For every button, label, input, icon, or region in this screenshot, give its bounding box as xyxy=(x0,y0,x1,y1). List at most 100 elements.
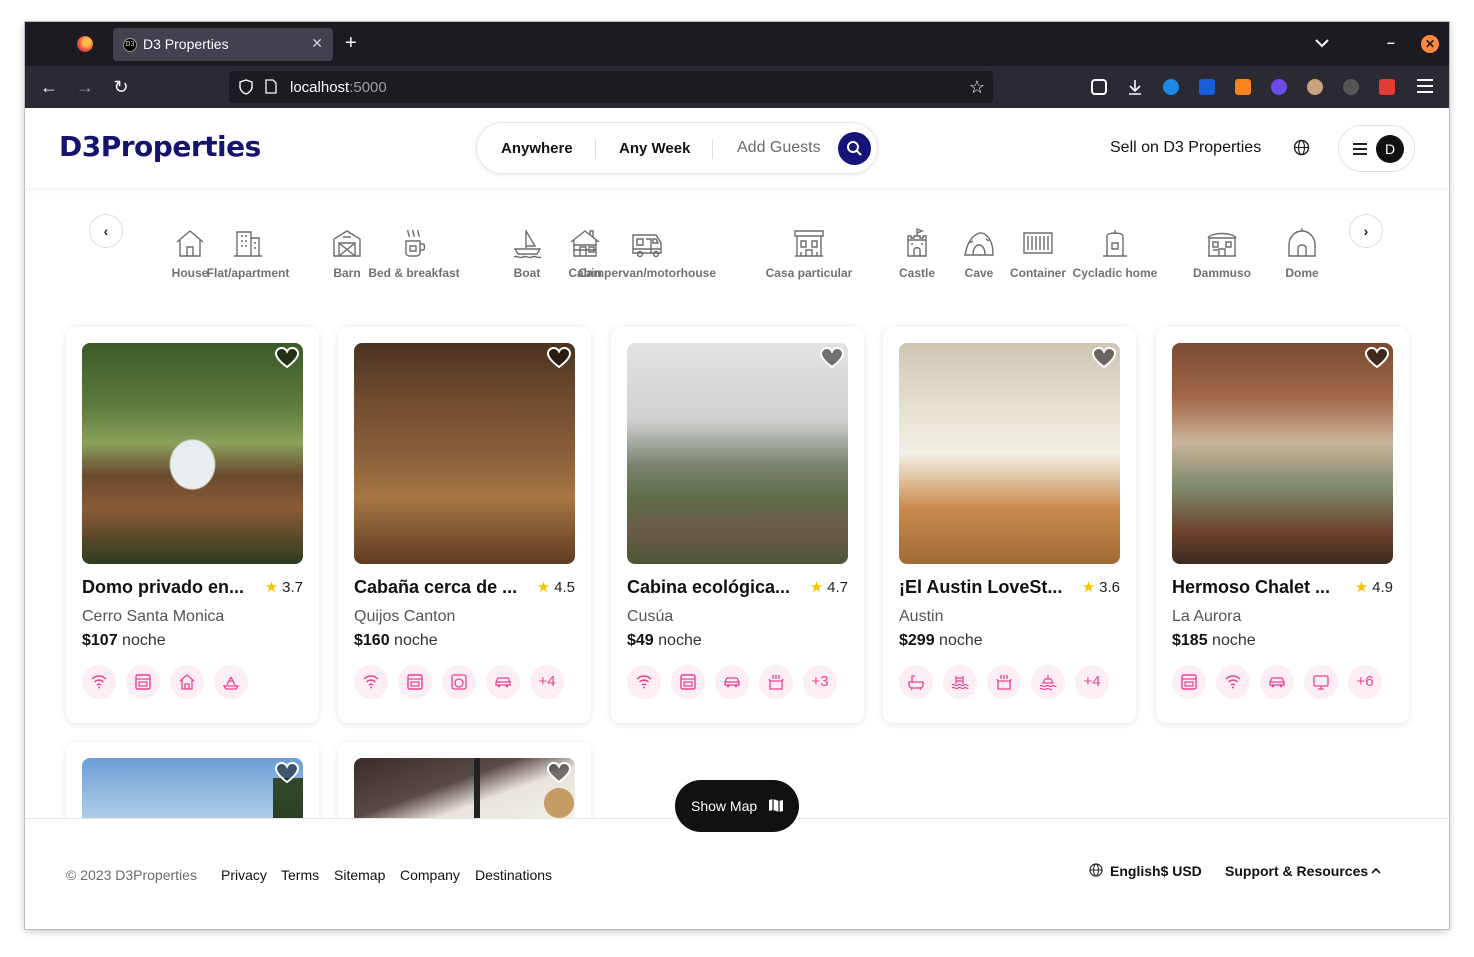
category-barn[interactable]: Barn xyxy=(328,226,366,280)
favorite-heart-icon[interactable] xyxy=(547,347,571,369)
address-bar[interactable]: localhost:5000 ☆ xyxy=(229,71,993,103)
listing-photo[interactable] xyxy=(627,343,848,564)
site-logo[interactable]: D3Properties xyxy=(59,130,261,163)
language-currency-selector[interactable]: English$ USD xyxy=(1110,863,1202,879)
bitwarden-icon[interactable] xyxy=(1199,79,1215,95)
cycladic-icon xyxy=(1103,230,1127,257)
extension-icon[interactable] xyxy=(1343,79,1359,95)
search-where[interactable]: Anywhere xyxy=(501,140,573,157)
close-window-icon[interactable]: ✕ xyxy=(1421,35,1439,53)
wifi-icon xyxy=(354,665,388,699)
category-dammuso[interactable]: Dammuso xyxy=(1191,226,1253,280)
amenities-list xyxy=(82,665,258,699)
categories-next-button[interactable]: › xyxy=(1349,214,1383,248)
listing-title[interactable]: Cabaña cerca de ... xyxy=(354,577,524,598)
favorite-heart-icon[interactable] xyxy=(547,762,571,784)
amenities-list: +3 xyxy=(627,665,847,699)
chevron-down-icon[interactable] xyxy=(1313,34,1331,52)
copyright: © 2023 D3Properties xyxy=(66,867,197,883)
reload-icon[interactable]: ↻ xyxy=(111,77,131,97)
listing-title[interactable]: Hermoso Chalet ... xyxy=(1172,577,1342,598)
favorite-heart-icon[interactable] xyxy=(275,347,299,369)
search-bar[interactable]: Anywhere Any Week Add Guests xyxy=(476,122,878,174)
chevron-up-icon xyxy=(1371,867,1381,874)
favorite-heart-icon[interactable] xyxy=(1092,347,1116,369)
footer-link-company[interactable]: Company xyxy=(400,867,460,883)
wifi-icon xyxy=(627,665,661,699)
tv-icon xyxy=(1304,665,1338,699)
metamask-icon[interactable] xyxy=(1235,79,1251,95)
footer-link-sitemap[interactable]: Sitemap xyxy=(334,867,385,883)
listing-photo[interactable] xyxy=(354,343,575,564)
forward-icon[interactable]: → xyxy=(75,77,95,97)
more-amenities-badge[interactable]: +4 xyxy=(1075,665,1109,699)
show-map-label: Show Map xyxy=(691,798,758,814)
pocket-icon[interactable] xyxy=(1091,79,1107,95)
listing-title[interactable]: Cabina ecológica... xyxy=(627,577,797,598)
listing-title[interactable]: ¡El Austin LoveSt... xyxy=(899,577,1069,598)
user-menu-button[interactable]: D xyxy=(1338,125,1415,172)
listing-rating: ★ 4.9 xyxy=(1354,579,1393,596)
listing-card[interactable]: Cabina ecológica... ★ 4.7 Cusúa $49 noche +3 xyxy=(611,327,864,723)
kitchen-icon xyxy=(759,665,793,699)
category-cave[interactable]: Cave xyxy=(960,226,998,280)
favorite-heart-icon[interactable] xyxy=(275,762,299,784)
building-icon xyxy=(234,231,262,257)
category-flat-apartment[interactable]: Flat/apartment xyxy=(202,226,294,280)
category-bed-breakfast[interactable]: Bed & breakfast xyxy=(367,226,461,280)
listing-card[interactable]: Cabaña cerca de ... ★ 4.5 Quijos Canton $160… xyxy=(338,327,591,723)
listing-photo[interactable] xyxy=(899,343,1120,564)
browser-tab[interactable]: D3 D3 Properties ✕ xyxy=(113,28,333,61)
category-casa-particular[interactable]: Casa particular xyxy=(763,226,855,280)
extension-icon[interactable] xyxy=(1379,79,1395,95)
listing-photo[interactable] xyxy=(82,343,303,564)
footer-link-destinations[interactable]: Destinations xyxy=(475,867,552,883)
globe-icon[interactable] xyxy=(1089,863,1103,877)
search-when[interactable]: Any Week xyxy=(619,140,690,157)
more-amenities-badge[interactable]: +6 xyxy=(1348,665,1382,699)
avatar: D xyxy=(1376,135,1404,163)
search-button[interactable] xyxy=(838,132,871,165)
barn-icon xyxy=(333,230,361,257)
app-menu-icon[interactable] xyxy=(1417,79,1433,93)
new-tab-icon[interactable]: + xyxy=(345,31,357,55)
extension-icon[interactable] xyxy=(1163,79,1179,95)
download-icon[interactable] xyxy=(1127,79,1143,95)
listing-card[interactable]: ¡El Austin LoveSt... ★ 3.6 Austin $299 noche… xyxy=(883,327,1136,723)
category-boat[interactable]: Boat xyxy=(511,226,543,280)
listing-card[interactable]: Hermoso Chalet ... ★ 4.9 La Aurora $185 noch… xyxy=(1156,327,1409,723)
car-icon xyxy=(486,665,520,699)
search-guests[interactable]: Add Guests xyxy=(737,139,821,157)
listing-card[interactable]: Domo privado en... ★ 3.7 Cerro Santa Monica… xyxy=(66,327,319,723)
category-dome[interactable]: Dome xyxy=(1283,226,1321,280)
listing-photo[interactable] xyxy=(1172,343,1393,564)
close-tab-icon[interactable]: ✕ xyxy=(311,35,323,52)
back-icon[interactable]: ← xyxy=(39,77,59,97)
category-castle[interactable]: Castle xyxy=(895,226,939,280)
minimize-window-icon[interactable]: – xyxy=(1387,34,1395,50)
shield-icon[interactable] xyxy=(239,79,253,95)
favorite-heart-icon[interactable] xyxy=(820,347,844,369)
url-text[interactable]: localhost:5000 xyxy=(290,79,387,96)
more-amenities-badge[interactable]: +4 xyxy=(530,665,564,699)
categories-prev-button[interactable]: ‹ xyxy=(89,214,123,248)
listing-title[interactable]: Domo privado en... xyxy=(82,577,252,598)
sell-link[interactable]: Sell on D3 Properties xyxy=(1110,139,1261,157)
footer-link-privacy[interactable]: Privacy xyxy=(221,867,267,883)
category-cycladic-home[interactable]: Cycladic home xyxy=(1070,226,1160,280)
listing-location: La Aurora xyxy=(1172,608,1242,625)
category-container[interactable]: Container xyxy=(1009,226,1067,280)
bookmark-star-icon[interactable]: ☆ xyxy=(969,77,985,98)
favorite-heart-icon[interactable] xyxy=(1365,347,1389,369)
extension-icon[interactable] xyxy=(1307,79,1323,95)
support-resources-button[interactable]: Support & Resources xyxy=(1225,863,1382,879)
globe-icon[interactable] xyxy=(1293,139,1310,156)
extension-icon[interactable] xyxy=(1271,79,1287,95)
footer-link-terms[interactable]: Terms xyxy=(281,867,319,883)
amenities-list: +4 xyxy=(354,665,574,699)
oven-icon xyxy=(1172,665,1206,699)
more-amenities-badge[interactable]: +3 xyxy=(803,665,837,699)
show-map-button[interactable]: Show Map xyxy=(675,780,799,832)
category-campervan-motorhouse[interactable]: Campervan/motorhouse xyxy=(575,226,719,280)
tab-title: D3 Properties xyxy=(143,36,229,52)
